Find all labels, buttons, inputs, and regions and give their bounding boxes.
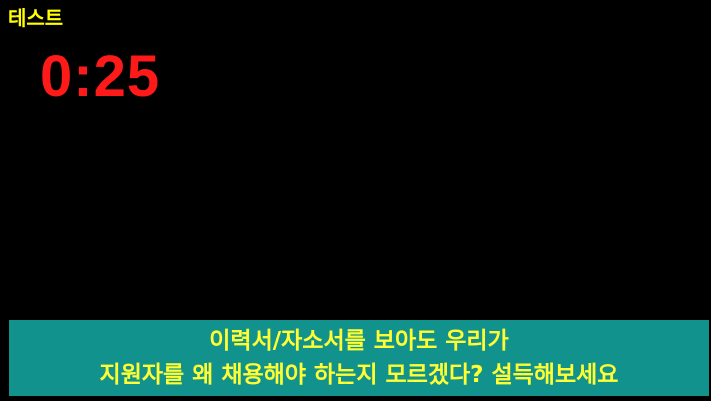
caption-bar: 이력서/자소서를 보아도 우리가 지원자를 왜 채용해야 하는지 모르겠다? 설… xyxy=(9,320,709,396)
caption-line-2: 지원자를 왜 채용해야 하는지 모르겠다? 설득해보세요 xyxy=(99,362,619,388)
countdown-timer: 0:25 xyxy=(40,44,161,109)
test-label: 테스트 xyxy=(8,6,64,30)
caption-line-1: 이력서/자소서를 보아도 우리가 xyxy=(209,328,509,354)
